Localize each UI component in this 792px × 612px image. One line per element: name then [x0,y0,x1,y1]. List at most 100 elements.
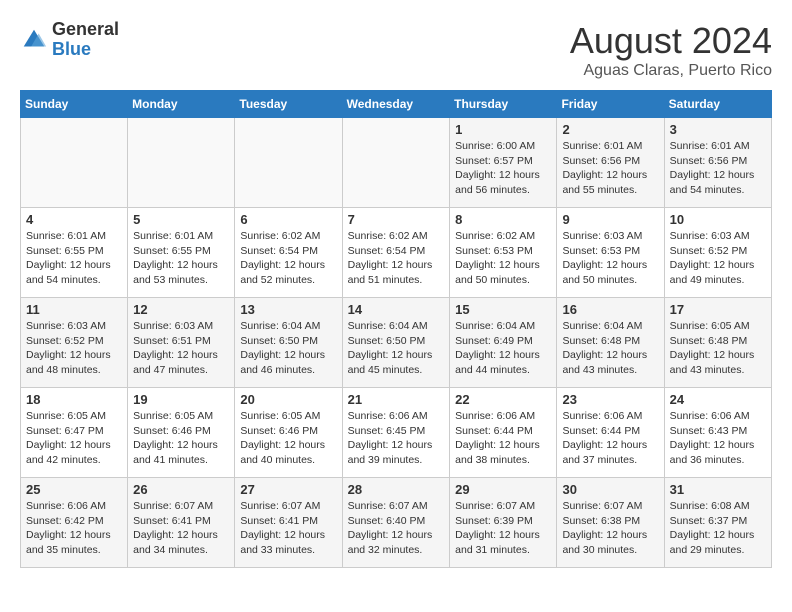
calendar-cell: 20 Sunrise: 6:05 AM Sunset: 6:46 PM Dayli… [235,388,342,478]
day-number: 3 [670,122,766,137]
calendar-cell: 21 Sunrise: 6:06 AM Sunset: 6:45 PM Dayli… [342,388,450,478]
day-info: Sunrise: 6:06 AM Sunset: 6:45 PM Dayligh… [348,409,445,468]
day-number: 23 [562,392,658,407]
calendar-cell: 10 Sunrise: 6:03 AM Sunset: 6:52 PM Dayli… [664,208,771,298]
day-info: Sunrise: 6:07 AM Sunset: 6:41 PM Dayligh… [240,499,336,558]
day-number: 30 [562,482,658,497]
calendar-cell: 8Sunrise: 6:02 AM Sunset: 6:53 PM Daylig… [450,208,557,298]
day-number: 16 [562,302,658,317]
day-info: Sunrise: 6:06 AM Sunset: 6:44 PM Dayligh… [562,409,658,468]
day-info: Sunrise: 6:00 AM Sunset: 6:57 PM Dayligh… [455,139,551,198]
calendar-cell [235,118,342,208]
calendar-cell: 4Sunrise: 6:01 AM Sunset: 6:55 PM Daylig… [21,208,128,298]
calendar-cell: 27Sunrise: 6:07 AM Sunset: 6:41 PM Dayli… [235,478,342,568]
day-info: Sunrise: 6:01 AM Sunset: 6:55 PM Dayligh… [133,229,229,288]
calendar-cell: 13Sunrise: 6:04 AM Sunset: 6:50 PM Dayli… [235,298,342,388]
column-header-wednesday: Wednesday [342,91,450,118]
calendar-cell: 16Sunrise: 6:04 AM Sunset: 6:48 PM Dayli… [557,298,664,388]
day-number: 5 [133,212,229,227]
day-info: Sunrise: 6:04 AM Sunset: 6:50 PM Dayligh… [240,319,336,378]
calendar-cell [342,118,450,208]
calendar-cell: 26Sunrise: 6:07 AM Sunset: 6:41 PM Dayli… [128,478,235,568]
day-info: Sunrise: 6:03 AM Sunset: 6:53 PM Dayligh… [562,229,658,288]
day-number: 8 [455,212,551,227]
calendar-cell: 9 Sunrise: 6:03 AM Sunset: 6:53 PM Daylig… [557,208,664,298]
calendar-cell [21,118,128,208]
column-header-friday: Friday [557,91,664,118]
calendar-cell: 31Sunrise: 6:08 AM Sunset: 6:37 PM Dayli… [664,478,771,568]
day-number: 29 [455,482,551,497]
logo: General Blue [20,20,119,60]
day-info: Sunrise: 6:02 AM Sunset: 6:54 PM Dayligh… [348,229,445,288]
day-number: 19 [133,392,229,407]
column-header-monday: Monday [128,91,235,118]
title-block: August 2024 Aguas Claras, Puerto Rico [570,20,772,80]
calendar-cell: 17 Sunrise: 6:05 AM Sunset: 6:48 PM Dayli… [664,298,771,388]
day-number: 1 [455,122,551,137]
day-info: Sunrise: 6:01 AM Sunset: 6:55 PM Dayligh… [26,229,122,288]
day-number: 21 [348,392,445,407]
week-row-4: 18 Sunrise: 6:05 AM Sunset: 6:47 PM Dayli… [21,388,772,478]
day-number: 17 [670,302,766,317]
month-title: August 2024 [570,20,772,62]
calendar-cell: 14 Sunrise: 6:04 AM Sunset: 6:50 PM Dayli… [342,298,450,388]
calendar-cell: 19Sunrise: 6:05 AM Sunset: 6:46 PM Dayli… [128,388,235,478]
calendar-cell: 5 Sunrise: 6:01 AM Sunset: 6:55 PM Daylig… [128,208,235,298]
column-header-saturday: Saturday [664,91,771,118]
calendar-cell: 7 Sunrise: 6:02 AM Sunset: 6:54 PM Daylig… [342,208,450,298]
week-row-2: 4Sunrise: 6:01 AM Sunset: 6:55 PM Daylig… [21,208,772,298]
day-number: 18 [26,392,122,407]
day-info: Sunrise: 6:05 AM Sunset: 6:47 PM Dayligh… [26,409,122,468]
location: Aguas Claras, Puerto Rico [570,62,772,80]
day-number: 10 [670,212,766,227]
day-info: Sunrise: 6:06 AM Sunset: 6:43 PM Dayligh… [670,409,766,468]
page-header: General Blue August 2024 Aguas Claras, P… [20,20,772,80]
logo-line2: Blue [52,40,119,60]
day-number: 14 [348,302,445,317]
day-info: Sunrise: 6:03 AM Sunset: 6:52 PM Dayligh… [670,229,766,288]
week-row-1: 1 Sunrise: 6:00 AM Sunset: 6:57 PM Daylig… [21,118,772,208]
calendar-cell: 12Sunrise: 6:03 AM Sunset: 6:51 PM Dayli… [128,298,235,388]
day-info: Sunrise: 6:03 AM Sunset: 6:51 PM Dayligh… [133,319,229,378]
day-number: 7 [348,212,445,227]
day-info: Sunrise: 6:04 AM Sunset: 6:50 PM Dayligh… [348,319,445,378]
calendar-cell: 25 Sunrise: 6:06 AM Sunset: 6:42 PM Dayli… [21,478,128,568]
calendar-cell: 18 Sunrise: 6:05 AM Sunset: 6:47 PM Dayli… [21,388,128,478]
logo-icon [20,26,48,54]
day-number: 2 [562,122,658,137]
logo-line1: General [52,20,119,40]
calendar-cell [128,118,235,208]
calendar-cell: 1 Sunrise: 6:00 AM Sunset: 6:57 PM Daylig… [450,118,557,208]
day-number: 26 [133,482,229,497]
calendar-cell: 29 Sunrise: 6:07 AM Sunset: 6:39 PM Dayli… [450,478,557,568]
day-info: Sunrise: 6:02 AM Sunset: 6:54 PM Dayligh… [240,229,336,288]
column-header-thursday: Thursday [450,91,557,118]
day-info: Sunrise: 6:05 AM Sunset: 6:48 PM Dayligh… [670,319,766,378]
day-number: 22 [455,392,551,407]
day-info: Sunrise: 6:06 AM Sunset: 6:44 PM Dayligh… [455,409,551,468]
day-number: 11 [26,302,122,317]
day-number: 31 [670,482,766,497]
day-number: 20 [240,392,336,407]
day-info: Sunrise: 6:07 AM Sunset: 6:38 PM Dayligh… [562,499,658,558]
day-info: Sunrise: 6:06 AM Sunset: 6:42 PM Dayligh… [26,499,122,558]
day-number: 25 [26,482,122,497]
calendar-cell: 23 Sunrise: 6:06 AM Sunset: 6:44 PM Dayli… [557,388,664,478]
day-info: Sunrise: 6:05 AM Sunset: 6:46 PM Dayligh… [240,409,336,468]
calendar-cell: 3 Sunrise: 6:01 AM Sunset: 6:56 PM Daylig… [664,118,771,208]
calendar-cell: 15Sunrise: 6:04 AM Sunset: 6:49 PM Dayli… [450,298,557,388]
day-info: Sunrise: 6:01 AM Sunset: 6:56 PM Dayligh… [670,139,766,198]
day-number: 15 [455,302,551,317]
day-number: 6 [240,212,336,227]
day-number: 9 [562,212,658,227]
day-info: Sunrise: 6:07 AM Sunset: 6:39 PM Dayligh… [455,499,551,558]
column-header-tuesday: Tuesday [235,91,342,118]
calendar-cell: 2Sunrise: 6:01 AM Sunset: 6:56 PM Daylig… [557,118,664,208]
calendar-cell: 30 Sunrise: 6:07 AM Sunset: 6:38 PM Dayli… [557,478,664,568]
calendar-cell: 11Sunrise: 6:03 AM Sunset: 6:52 PM Dayli… [21,298,128,388]
column-header-sunday: Sunday [21,91,128,118]
calendar-cell: 24 Sunrise: 6:06 AM Sunset: 6:43 PM Dayli… [664,388,771,478]
day-number: 24 [670,392,766,407]
day-info: Sunrise: 6:07 AM Sunset: 6:40 PM Dayligh… [348,499,445,558]
week-row-5: 25 Sunrise: 6:06 AM Sunset: 6:42 PM Dayli… [21,478,772,568]
